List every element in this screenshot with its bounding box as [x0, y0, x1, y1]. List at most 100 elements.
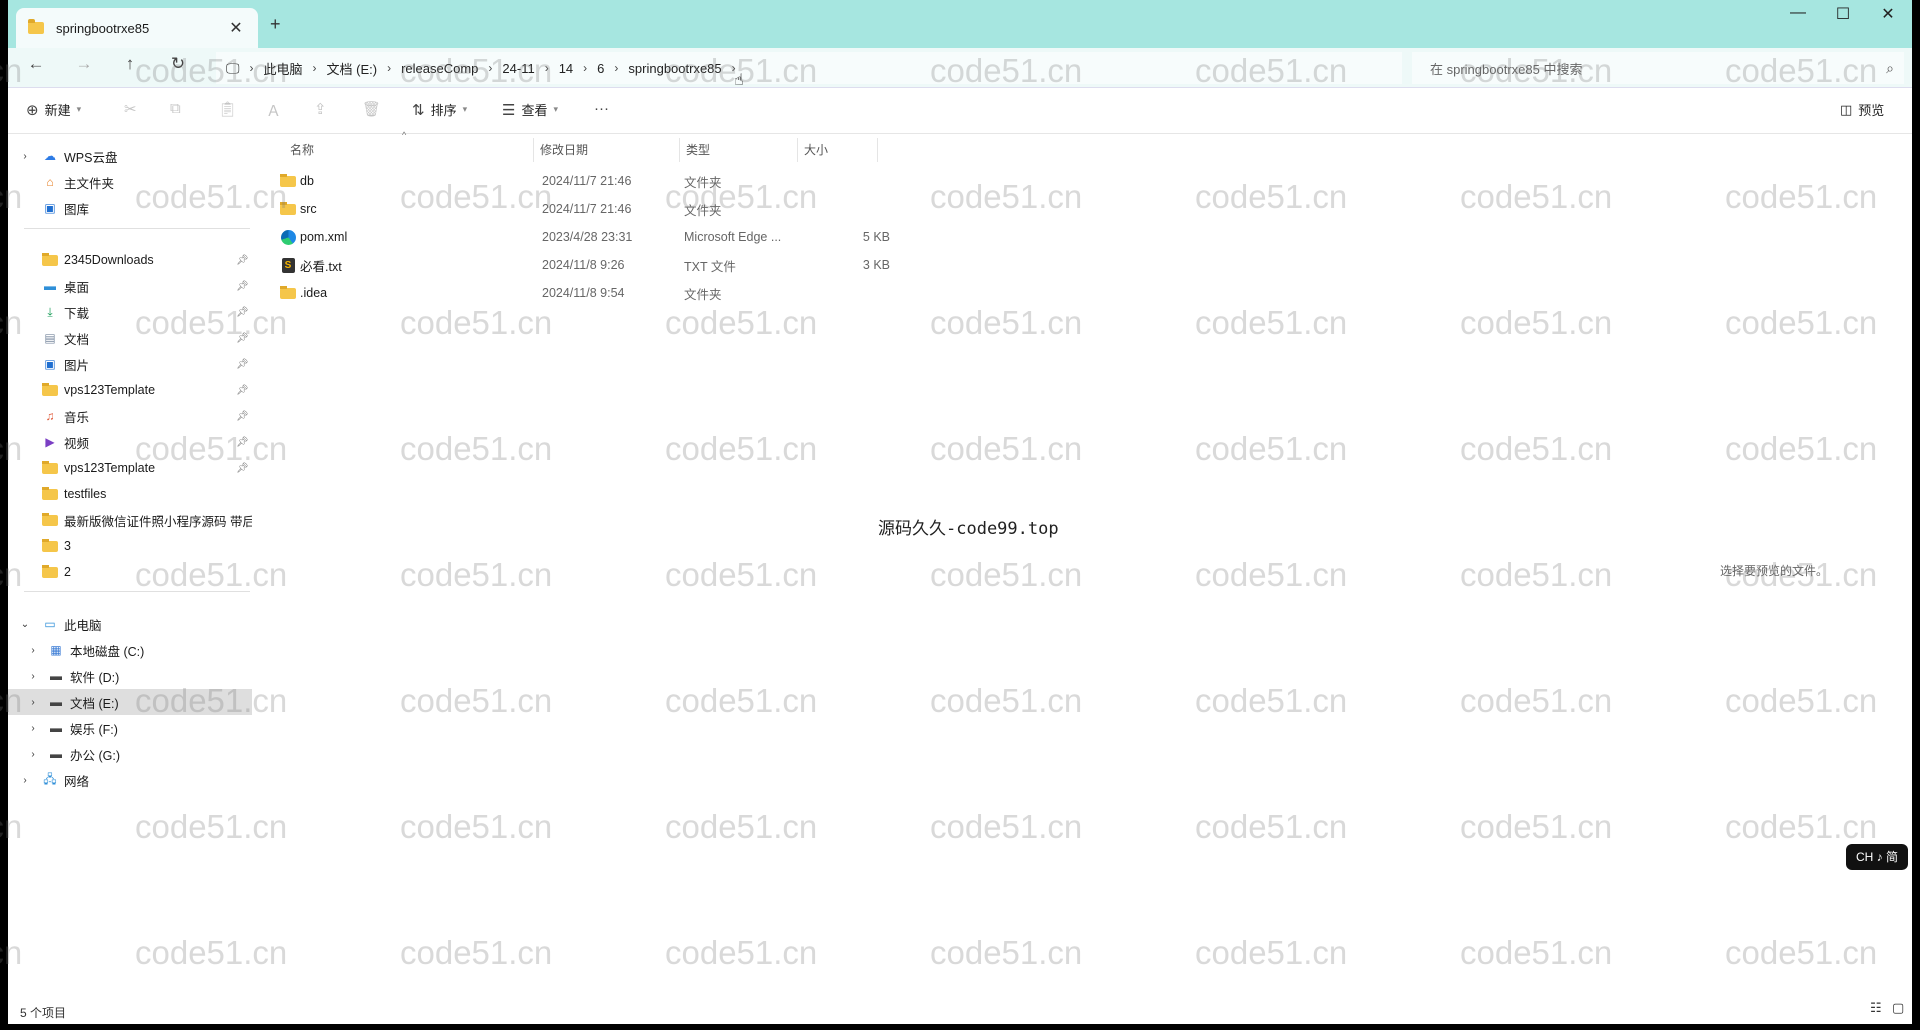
chevron-right-icon[interactable]: › [26, 749, 40, 760]
breadcrumb-14[interactable]: 14 [559, 61, 573, 76]
chevron-right-icon[interactable]: › [26, 671, 40, 682]
sidebar-item-drive-g[interactable]: › ▬ 办公 (G:) [8, 741, 252, 767]
sidebar-item-vps123template-2[interactable]: vps123Template 📌︎ [8, 455, 252, 481]
sidebar-item-documents[interactable]: ▤ 文档 📌︎ [8, 325, 252, 351]
tiles-view-icon[interactable]: ▢ [1892, 1000, 1904, 1016]
file-row[interactable]: .idea 2024/11/8 9:54 文件夹 [268, 280, 888, 306]
copy-button[interactable]: ⧉ [170, 100, 181, 117]
sidebar-item-drive-d[interactable]: › ▬ 软件 (D:) [8, 663, 252, 689]
sidebar-divider [24, 228, 250, 229]
file-row[interactable]: src 2024/11/7 21:46 文件夹 [268, 196, 888, 222]
pin-icon[interactable]: 📌︎ [236, 307, 249, 318]
pin-icon[interactable]: 📌︎ [236, 281, 249, 292]
tab-title: springbootrxe85 [56, 20, 150, 36]
sort-button[interactable]: ⇅ 排序 ▾ [412, 100, 467, 119]
delete-button[interactable]: 🗑︎ [362, 100, 381, 118]
folder-icon [42, 564, 58, 579]
new-button[interactable]: ⊕ 新建 ▾ [26, 100, 81, 119]
chevron-right-icon[interactable]: › [18, 775, 32, 786]
chevron-right-icon[interactable]: › [583, 61, 587, 75]
chevron-right-icon[interactable]: › [488, 61, 492, 75]
sidebar-item-3[interactable]: 3 [8, 533, 252, 559]
cut-button[interactable]: ✂ [124, 100, 137, 118]
back-button[interactable]: ← [22, 54, 50, 74]
tab-springbootrxe85[interactable]: springbootrxe85 ✕ [16, 8, 258, 48]
pin-icon[interactable]: 📌︎ [236, 437, 249, 448]
chevron-right-icon[interactable]: › [26, 645, 40, 656]
rename-button[interactable]: Ａ [266, 100, 281, 121]
pin-icon[interactable]: 📌︎ [236, 411, 249, 422]
search-input[interactable]: 在 springbootrxe85 中搜索 ⌕ [1412, 52, 1904, 84]
sidebar-item-testfiles[interactable]: testfiles [8, 481, 252, 507]
column-header-name[interactable]: 名称 [284, 138, 534, 162]
forward-button[interactable]: → [70, 54, 98, 74]
more-options-button[interactable]: ··· [594, 100, 609, 117]
close-tab-icon[interactable]: ✕ [226, 18, 246, 38]
breadcrumb-24-11[interactable]: 24-11 [502, 61, 534, 76]
chevron-right-icon[interactable]: › [26, 723, 40, 734]
sidebar-item-gallery[interactable]: ▣ 图库 [8, 195, 252, 221]
sidebar-item-drive-e[interactable]: › ▬ 文档 (E:) [8, 689, 252, 715]
chevron-down-icon[interactable]: ⌄ [18, 619, 32, 630]
breadcrumb-this-pc[interactable]: 此电脑 [264, 59, 303, 78]
pin-icon[interactable]: 📌︎ [236, 333, 249, 344]
sidebar-item-videos[interactable]: ▶ 视频 📌︎ [8, 429, 252, 455]
address-bar[interactable]: 🖵 › 此电脑 › 文档 (E:) › releaseComp › 24-11 … [216, 52, 1402, 84]
pin-icon[interactable]: 📌︎ [236, 255, 249, 266]
sidebar-item-2345downloads[interactable]: 2345Downloads 📌︎ [8, 247, 252, 273]
minimize-button[interactable]: — [1778, 4, 1818, 22]
chevron-right-icon[interactable]: › [545, 61, 549, 75]
sidebar-item-2[interactable]: 2 [8, 559, 252, 585]
refresh-button[interactable]: ↻ [164, 54, 192, 74]
new-tab-button[interactable]: + [270, 14, 281, 35]
pin-icon[interactable]: 📌︎ [236, 359, 249, 370]
sidebar-item-pictures[interactable]: ▣ 图片 📌︎ [8, 351, 252, 377]
sidebar-item-wps-cloud[interactable]: › ☁ WPS云盘 [8, 143, 252, 169]
chevron-right-icon[interactable]: › [614, 61, 618, 75]
folder-icon [42, 486, 58, 501]
chevron-right-icon[interactable]: › [18, 151, 32, 162]
file-name: pom.xml [300, 230, 348, 244]
sidebar-item-home[interactable]: ⌂ 主文件夹 [8, 169, 252, 195]
sidebar-item-this-pc[interactable]: ⌄ ▭ 此电脑 [8, 611, 252, 637]
sidebar-item-desktop[interactable]: ▬ 桌面 📌︎ [8, 273, 252, 299]
paste-button[interactable]: 📋︎ [218, 100, 237, 118]
pictures-icon: ▣ [44, 357, 56, 371]
pin-icon[interactable]: 📌︎ [236, 385, 249, 396]
ime-indicator[interactable]: CH ♪ 简 [1846, 844, 1908, 870]
breadcrumb-drive-e[interactable]: 文档 (E:) [327, 59, 378, 78]
maximize-button[interactable]: ☐ [1823, 4, 1863, 24]
view-button[interactable]: ☰ 查看 ▾ [502, 100, 558, 119]
column-header-type[interactable]: 类型 [680, 138, 798, 162]
sidebar-item-network[interactable]: › 🖧 网络 [8, 767, 252, 793]
share-button[interactable]: ⇪ [314, 100, 327, 118]
chevron-right-icon[interactable]: › [26, 697, 40, 708]
sidebar-item-downloads[interactable]: ⤓ 下载 📌︎ [8, 299, 252, 325]
sidebar-item-drive-c[interactable]: › ▦ 本地磁盘 (C:) [8, 637, 252, 663]
breadcrumb-springbootrxe85[interactable]: springbootrxe85 [628, 61, 721, 76]
sidebar-item-label: 软件 (D:) [70, 670, 120, 685]
file-row[interactable]: db 2024/11/7 21:46 文件夹 [268, 168, 888, 194]
sidebar-item-music[interactable]: ♫ 音乐 📌︎ [8, 403, 252, 429]
file-row[interactable]: pom.xml 2023/4/28 23:31 Microsoft Edge .… [268, 224, 890, 250]
sidebar-item-wechat-source[interactable]: 最新版微信证件照小程序源码 带后台 [8, 507, 252, 533]
close-window-button[interactable]: ✕ [1868, 4, 1908, 24]
breadcrumb-6[interactable]: 6 [597, 61, 604, 76]
computer-icon: ▭ [44, 617, 56, 631]
column-header-size[interactable]: 大小 [798, 138, 878, 162]
sidebar-item-vps123template[interactable]: vps123Template 📌︎ [8, 377, 252, 403]
download-icon: ⤓ [47, 304, 53, 319]
chevron-right-icon[interactable]: › [387, 61, 391, 75]
sidebar-item-drive-f[interactable]: › ▬ 娱乐 (F:) [8, 715, 252, 741]
pin-icon[interactable]: 📌︎ [236, 463, 249, 474]
sidebar-item-label: testfiles [64, 487, 107, 501]
sidebar-item-label: 本地磁盘 (C:) [70, 644, 145, 659]
breadcrumb-releasecomp[interactable]: releaseComp [401, 61, 478, 76]
up-button[interactable]: ↑ [116, 54, 144, 74]
column-header-date[interactable]: 修改日期 [534, 138, 680, 162]
file-row[interactable]: S 必看.txt 2024/11/8 9:26 TXT 文件 3 KB [268, 252, 890, 278]
chevron-right-icon[interactable]: › [313, 61, 317, 75]
folder-icon [280, 201, 296, 216]
details-view-icon[interactable]: ☷ [1870, 1000, 1882, 1016]
preview-button[interactable]: ◫ 预览 [1840, 100, 1884, 119]
